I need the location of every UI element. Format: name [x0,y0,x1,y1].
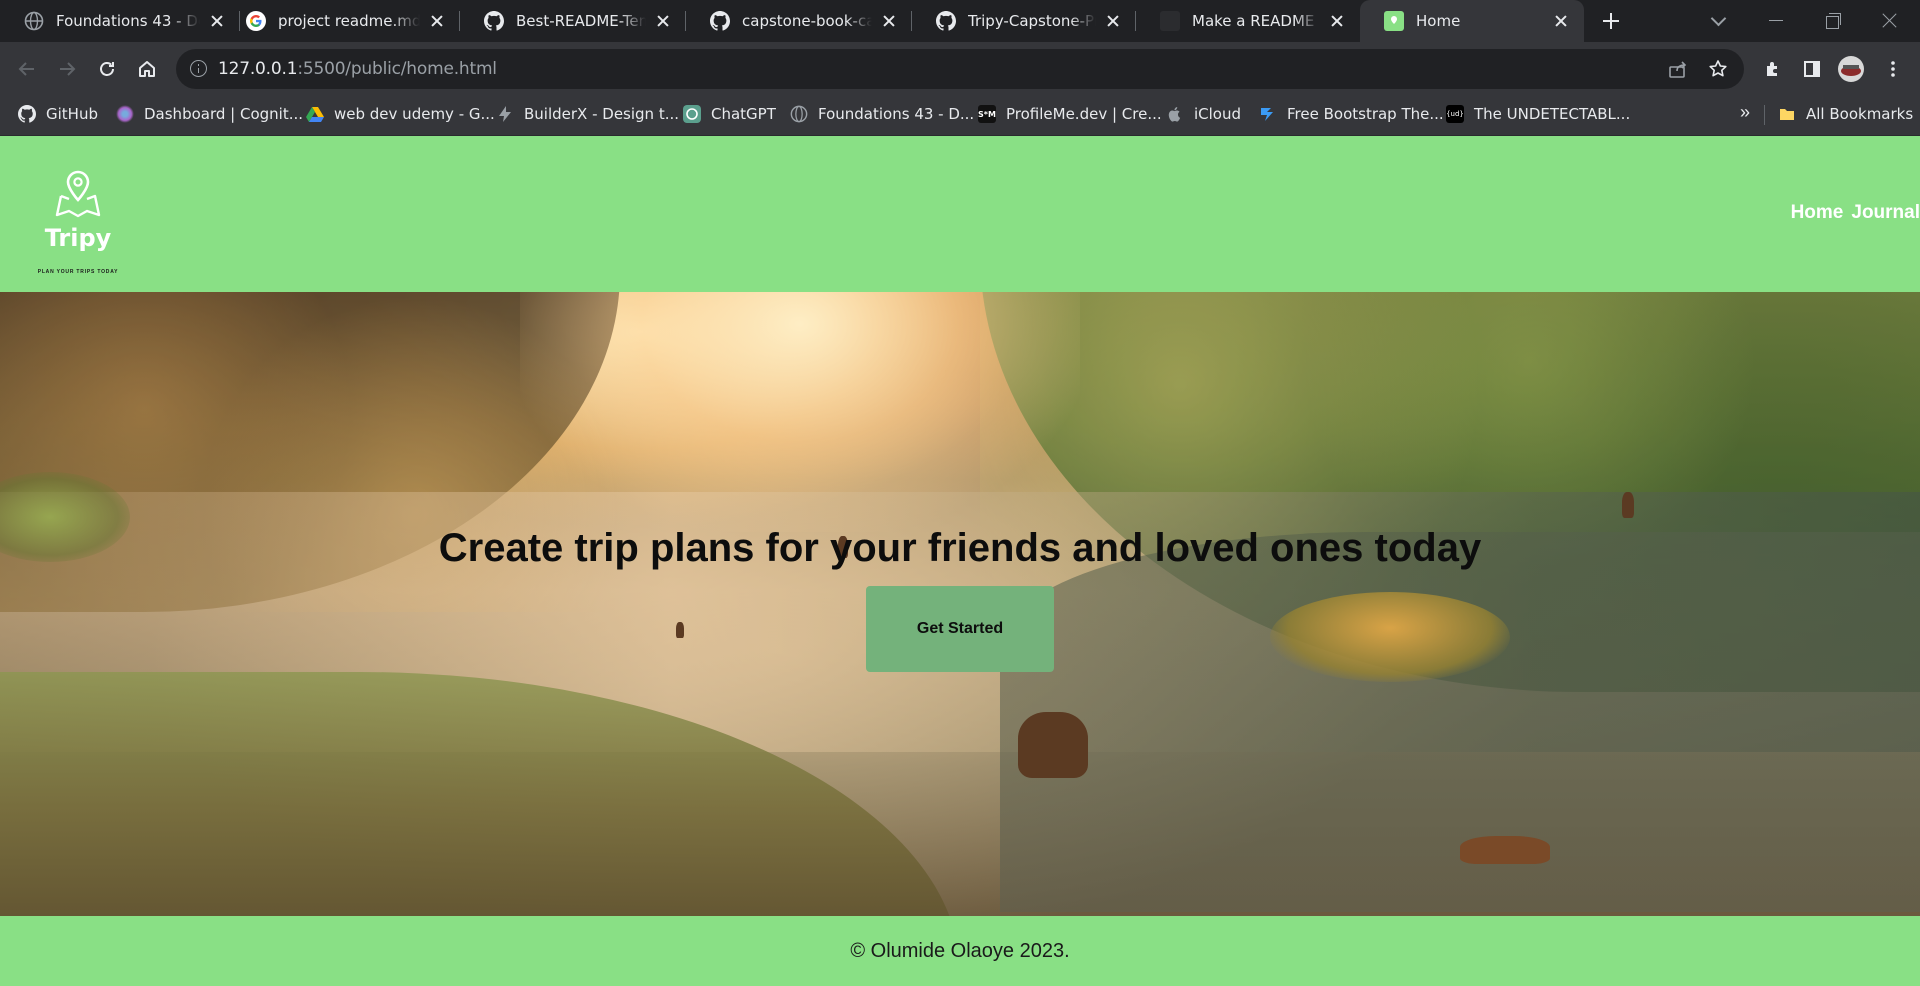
tab-best-readme[interactable]: Best-README-Templ [460,0,686,42]
tripy-logo[interactable]: Tripy PLAN YOUR TRIPS TODAY [24,168,132,278]
more-vert-icon [1891,61,1895,77]
readme-icon [1160,11,1180,31]
chatgpt-icon [683,105,701,123]
home-icon [139,61,155,77]
hero-background-stump [676,622,684,638]
back-button[interactable] [12,54,42,84]
browser-toolbar: 127.0.0.1:5500/public/home.html [0,42,1920,96]
hero-background-stump [1018,712,1088,778]
restore-button[interactable] [1820,8,1846,34]
bookmark-dashboard-cognito[interactable]: Dashboard | Cognit... [116,96,303,132]
github-icon [18,105,36,123]
hero-heading: Create trip plans for your friends and l… [438,526,1482,570]
bookmark-profileme[interactable]: S*M ProfileMe.dev | Cre... [978,96,1162,132]
forward-arrow-icon [60,62,76,76]
bookmark-github[interactable]: GitHub [18,96,98,132]
nav-link-home[interactable]: Home [1791,202,1844,224]
site-icon [1384,11,1404,31]
home-button[interactable] [132,54,162,84]
site-footer: © Olumide Olaoye 2023. [0,916,1920,986]
url-text[interactable]: 127.0.0.1:5500/public/home.html [218,59,497,79]
map-pin-icon [55,170,101,218]
globe-icon [790,105,808,123]
bookmark-free-bootstrap[interactable]: Free Bootstrap The... [1259,96,1444,132]
hero-background-stump [1460,836,1550,864]
puzzle-icon [1767,62,1777,76]
tab-close-icon[interactable] [1552,12,1570,30]
logo-tagline: PLAN YOUR TRIPS TODAY [37,269,119,275]
tab-title: Foundations 43 - Dev [56,12,200,30]
tab-title: project readme.md te [278,12,420,30]
globe-icon [24,11,44,31]
tab-foundations[interactable]: Foundations 43 - Dev [0,0,240,42]
folder-icon [1780,109,1794,120]
back-arrow-icon [18,62,34,76]
site-header: Tripy PLAN YOUR TRIPS TODAY Home Journal [0,136,1920,292]
drive-icon [306,107,324,122]
apple-icon [1168,107,1181,122]
hero-background-island [1270,592,1510,682]
all-bookmarks-button[interactable]: All Bookmarks [1778,96,1913,132]
cognito-icon [116,105,134,123]
tab-close-icon[interactable] [1104,12,1122,30]
profileme-icon: S*M [978,105,996,123]
side-panel-button[interactable] [1797,54,1827,84]
google-icon [246,11,266,31]
builderx-icon [499,106,511,122]
browser-menu-button[interactable] [1878,54,1908,84]
get-started-button[interactable]: Get Started [866,586,1054,672]
tab-title: Home [1416,12,1461,30]
bookmarks-overflow-chevron-icon[interactable]: » [1740,102,1750,123]
bookmark-star-icon[interactable] [1708,59,1728,84]
tab-home[interactable]: Home [1360,0,1584,42]
github-icon [710,11,730,31]
tab-close-icon[interactable] [654,12,672,30]
footer-copyright: © Olumide Olaoye 2023. [850,939,1070,962]
extensions-button[interactable] [1758,54,1788,84]
minimize-button[interactable] [1763,8,1789,34]
github-icon [484,11,504,31]
reload-button[interactable] [92,54,122,84]
tab-strip: Foundations 43 - Dev project readme.md t… [0,0,1920,42]
hero-background-stump [1622,492,1634,518]
tab-title: Make a README [1192,12,1315,30]
bookmarks-bar: GitHub Dashboard | Cognit... web dev ude… [0,96,1920,136]
close-window-button[interactable] [1877,8,1903,34]
profile-avatar[interactable] [1836,54,1866,84]
bookmark-builderx[interactable]: BuilderX - Design t... [496,96,679,132]
tab-title: capstone-book-catal [742,12,872,30]
tab-close-icon[interactable] [880,12,898,30]
bookmark-foundations[interactable]: Foundations 43 - D... [790,96,974,132]
reload-icon [100,62,114,76]
tab-capstone-book[interactable]: capstone-book-catal [686,0,912,42]
site-nav: Home Journal [1791,202,1920,224]
undetectable-icon: {ud} [1446,105,1464,123]
side-panel-icon [1804,61,1820,77]
avatar-icon [1838,56,1864,82]
address-bar[interactable]: 127.0.0.1:5500/public/home.html [176,49,1744,89]
tab-tripy-capstone[interactable]: Tripy-Capstone-Proje [912,0,1136,42]
tab-make-readme[interactable]: Make a README [1136,0,1360,42]
forward-button[interactable] [52,54,82,84]
bookmarks-divider [1764,105,1765,125]
page-viewport: Tripy PLAN YOUR TRIPS TODAY Home Journal… [0,136,1920,986]
bookmark-chatgpt[interactable]: ChatGPT [683,96,776,132]
bookmark-undetectable[interactable]: {ud} The UNDETECTABL... [1446,96,1630,132]
tab-close-icon[interactable] [428,12,446,30]
new-tab-button[interactable] [1598,8,1624,34]
tab-close-icon[interactable] [1328,12,1346,30]
tab-project-readme[interactable]: project readme.md te [222,0,460,42]
bootstrap-icon [1261,108,1273,121]
tab-title: Best-README-Templ [516,12,646,30]
hero-section: Create trip plans for your friends and l… [0,292,1920,916]
github-icon [936,11,956,31]
tab-title: Tripy-Capstone-Proje [968,12,1096,30]
site-info-icon[interactable] [190,60,207,77]
bookmark-web-dev-udemy[interactable]: web dev udemy - G... [306,96,495,132]
bookmark-icloud[interactable]: iCloud [1166,96,1241,132]
share-icon[interactable] [1668,59,1688,84]
nav-link-journal[interactable]: Journal [1851,202,1920,224]
tab-search-button[interactable] [1706,8,1732,34]
logo-wordmark: Tripy [44,224,112,252]
